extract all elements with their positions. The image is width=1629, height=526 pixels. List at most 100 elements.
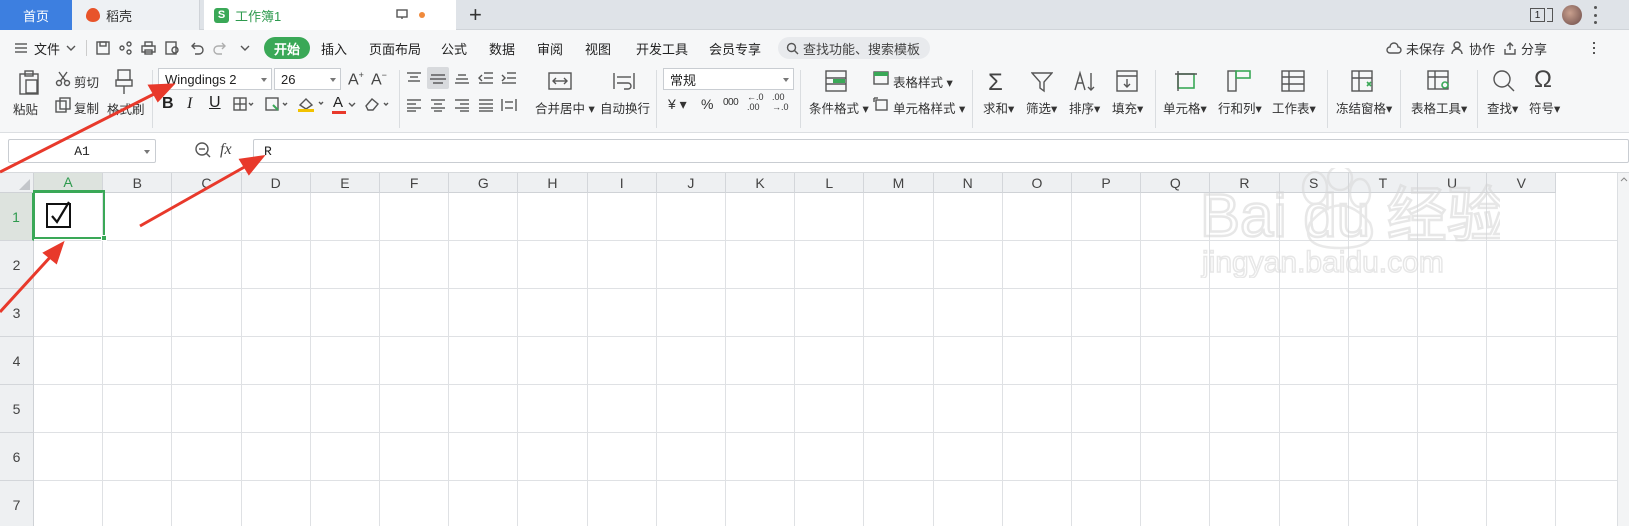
increase-decimal-button[interactable]: ←.0 .00 [747, 92, 765, 112]
collab-button[interactable]: 协作 [1451, 30, 1495, 66]
number-format-select[interactable]: 常规 [663, 68, 794, 90]
thousands-button[interactable]: 000 [723, 97, 739, 108]
row-header-1[interactable]: 1 [0, 193, 34, 241]
bold-button[interactable]: B [162, 95, 174, 113]
freeze-panes-icon[interactable] [1351, 70, 1375, 92]
conditional-format-button[interactable]: 条件格式 ▾ [809, 98, 869, 117]
column-header-c[interactable]: C [172, 173, 242, 193]
eraser-icon[interactable] [364, 97, 392, 111]
italic-button[interactable]: I [187, 95, 192, 113]
wrap-text-icon[interactable] [612, 71, 636, 91]
justify-icon[interactable] [478, 98, 494, 112]
new-tab-button[interactable]: + [469, 2, 482, 28]
share-button[interactable]: 分享 [1503, 30, 1547, 66]
symbol-icon[interactable]: Ω [1534, 66, 1552, 94]
column-header-g[interactable]: G [449, 173, 519, 193]
column-header-l[interactable]: L [795, 173, 865, 193]
table-style-icon[interactable] [873, 71, 889, 85]
sum-icon[interactable]: Σ [988, 69, 1003, 97]
row-header-5[interactable]: 5 [0, 385, 34, 433]
conditional-format-icon[interactable] [825, 70, 847, 92]
fill-button[interactable]: 填充▾ [1112, 98, 1143, 117]
tab-workbook[interactable]: S 工作簿1 [204, 0, 456, 30]
tab-insert[interactable]: 插入 [321, 30, 347, 66]
fill-color-icon[interactable] [297, 96, 325, 112]
row-col-button[interactable]: 行和列▾ [1218, 98, 1262, 117]
table-style-button[interactable]: 表格样式 ▾ [893, 72, 953, 91]
save-icon[interactable] [96, 41, 110, 55]
decrease-indent-icon[interactable] [478, 71, 494, 85]
column-header-b[interactable]: B [103, 173, 173, 193]
zoom-icon[interactable] [194, 141, 212, 159]
worksheet-button[interactable]: 工作表▾ [1272, 98, 1316, 117]
font-size-select[interactable]: 26 [274, 68, 341, 90]
row-header-7[interactable]: 7 [0, 481, 34, 526]
tab-start[interactable]: 开始 [264, 37, 311, 59]
share-doc-icon[interactable] [118, 41, 132, 55]
window-counter-badge[interactable]: 1 [1530, 8, 1545, 22]
column-header-p[interactable]: P [1072, 173, 1142, 193]
percent-button[interactable]: % [701, 96, 713, 112]
print-icon[interactable] [141, 41, 156, 55]
search-box[interactable]: 查找功能、搜索模板 [778, 37, 931, 59]
column-header-i[interactable]: I [587, 173, 657, 193]
table-tools-icon[interactable] [1427, 70, 1451, 92]
align-bottom-icon[interactable] [454, 71, 470, 85]
tab-page-layout[interactable]: 页面布局 [369, 30, 421, 66]
format-painter-icon[interactable] [114, 69, 134, 95]
row-header-4[interactable]: 4 [0, 337, 34, 385]
increase-font-icon[interactable]: A+ [348, 70, 364, 89]
cell-style-icon[interactable] [873, 97, 889, 111]
column-header-k[interactable]: K [726, 173, 796, 193]
table-tools-button[interactable]: 表格工具▾ [1411, 98, 1467, 117]
filter-button[interactable]: 筛选▾ [1026, 98, 1057, 117]
align-center-icon[interactable] [430, 98, 446, 112]
more-options-icon[interactable] [1587, 40, 1601, 56]
sort-icon[interactable] [1073, 70, 1097, 92]
tab-data[interactable]: 数据 [489, 30, 515, 66]
formula-input[interactable]: R [253, 139, 1629, 163]
row-header-2[interactable]: 2 [0, 241, 34, 289]
row-col-icon[interactable] [1227, 70, 1251, 92]
quick-access-chevron-icon[interactable] [240, 44, 250, 52]
column-header-h[interactable]: H [518, 173, 588, 193]
cell-icon[interactable] [1174, 70, 1198, 92]
sum-button[interactable]: 求和▾ [983, 98, 1014, 117]
row-header-3[interactable]: 3 [0, 289, 34, 337]
align-top-icon[interactable] [406, 71, 422, 85]
column-header-f[interactable]: F [380, 173, 450, 193]
underline-button[interactable]: U [209, 94, 221, 112]
font-color-chevron-icon[interactable] [348, 102, 356, 108]
currency-button[interactable]: ¥ ▾ [668, 96, 687, 113]
tab-home[interactable]: 首页 [0, 0, 72, 30]
find-icon[interactable] [1492, 69, 1516, 93]
distributed-align-icon[interactable] [501, 98, 517, 112]
column-header-d[interactable]: D [241, 173, 311, 193]
avatar[interactable] [1562, 5, 1582, 25]
column-header-e[interactable]: E [310, 173, 380, 193]
column-header-n[interactable]: N [933, 173, 1003, 193]
row-header-6[interactable]: 6 [0, 433, 34, 481]
filter-icon[interactable] [1031, 71, 1053, 93]
freeze-panes-button[interactable]: 冻结窗格▾ [1336, 98, 1392, 117]
merge-center-icon[interactable] [548, 71, 572, 91]
undo-icon[interactable] [190, 41, 204, 55]
redo-icon[interactable] [213, 41, 227, 55]
increase-indent-icon[interactable] [501, 71, 517, 85]
paste-button[interactable]: 粘贴 [13, 99, 38, 118]
select-all-corner[interactable] [0, 173, 34, 193]
align-right-icon[interactable] [454, 98, 470, 112]
monitor-icon[interactable] [396, 9, 408, 20]
tab-daoke[interactable]: 稻壳 [72, 0, 200, 30]
cut-button[interactable]: 剪切 [74, 72, 99, 91]
tab-view[interactable]: 视图 [585, 30, 611, 66]
wrap-text-button[interactable]: 自动换行 [600, 98, 650, 117]
cell-a1[interactable] [33, 190, 107, 241]
name-box[interactable]: A1 [8, 139, 156, 163]
column-header-m[interactable]: M [864, 173, 934, 193]
vertical-scrollbar[interactable] [1617, 173, 1629, 526]
align-middle-button[interactable] [427, 67, 449, 89]
merge-center-button[interactable]: 合并居中 ▾ [535, 98, 595, 117]
fx-icon[interactable]: fx [220, 141, 232, 159]
align-left-icon[interactable] [406, 98, 422, 112]
